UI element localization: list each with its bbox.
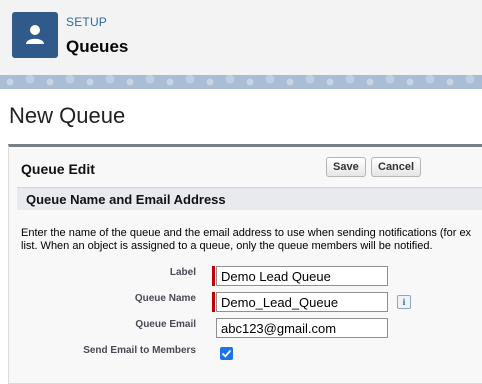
queue-email-input[interactable] xyxy=(216,318,388,338)
section-header: Queue Name and Email Address xyxy=(17,187,482,210)
send-email-field-label: Send Email to Members xyxy=(83,345,196,356)
queue-edit-panel: Queue Edit Save Cancel Queue Name and Em… xyxy=(8,144,482,384)
send-email-checkbox[interactable] xyxy=(220,347,233,360)
instructions-text: Enter the name of the queue and the emai… xyxy=(21,227,482,253)
label-input[interactable] xyxy=(216,266,388,286)
save-button[interactable]: Save xyxy=(326,157,366,177)
queue-name-field-label: Queue Name xyxy=(134,293,196,304)
page-title: New Queue xyxy=(9,103,126,128)
cancel-button[interactable]: Cancel xyxy=(371,157,422,177)
user-icon xyxy=(26,25,44,44)
decorative-band xyxy=(0,75,482,89)
required-indicator xyxy=(212,266,215,286)
info-icon[interactable]: i xyxy=(397,295,411,309)
queue-name-input[interactable] xyxy=(216,292,388,312)
instructions-line-1: Enter the name of the queue and the emai… xyxy=(21,227,472,239)
checkmark-icon xyxy=(221,349,232,358)
panel-title: Queue Edit xyxy=(21,161,95,177)
header-eyebrow: SETUP xyxy=(66,15,108,29)
queue-email-field-label: Queue Email xyxy=(135,319,196,330)
header-title: Queues xyxy=(66,37,129,56)
instructions-line-2: list. When an object is assigned to a qu… xyxy=(21,240,433,252)
setup-header: SETUP Queues xyxy=(0,0,482,76)
setup-app-icon xyxy=(12,12,58,58)
section-title: Queue Name and Email Address xyxy=(26,192,226,207)
required-indicator xyxy=(212,292,215,312)
label-field-label: Label xyxy=(169,267,196,278)
